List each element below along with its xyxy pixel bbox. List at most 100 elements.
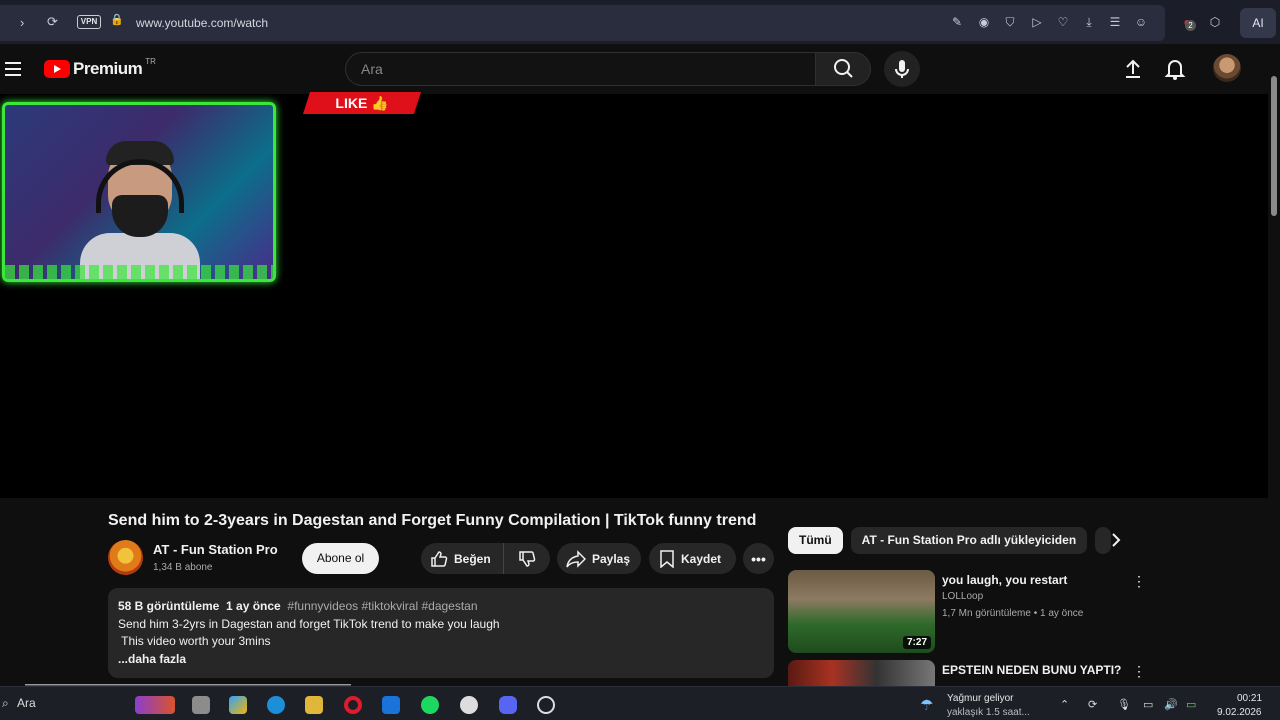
- weather-title[interactable]: Yağmur geliyor: [947, 693, 1014, 704]
- save-button[interactable]: Kaydet: [649, 543, 736, 574]
- vpn-badge[interactable]: VPN: [77, 15, 101, 29]
- related-filter-chips: Tümü AT - Fun Station Pro adlı yükleyici…: [788, 527, 1119, 554]
- battery-icon[interactable]: ▭: [1186, 698, 1196, 711]
- save-label: Kaydet: [681, 551, 722, 566]
- folder-icon[interactable]: [305, 696, 323, 714]
- hashtags[interactable]: #funnyvideos #tiktokviral #dagestan: [287, 599, 477, 613]
- youtube-logo[interactable]: Premium TR: [44, 56, 156, 79]
- url-text[interactable]: www.youtube.com/watch: [136, 16, 268, 30]
- forward-icon[interactable]: ›: [20, 16, 24, 29]
- play-icon[interactable]: ▷: [1030, 15, 1044, 29]
- more-dots-icon: •••: [751, 550, 766, 567]
- share-label: Paylaş: [592, 551, 631, 566]
- file-explorer-icon[interactable]: [192, 696, 210, 714]
- video-title: Send him to 2-3years in Dagestan and For…: [108, 512, 757, 529]
- streamer-figure: [80, 141, 200, 279]
- notifications-icon[interactable]: [1164, 57, 1186, 81]
- chevron-right-icon[interactable]: [1110, 532, 1122, 551]
- chip-truncated[interactable]: [1095, 527, 1112, 554]
- profile-icon[interactable]: ☺: [1134, 15, 1148, 29]
- more-options-icon[interactable]: ⋮: [1132, 573, 1146, 590]
- taskbar-widget-icon[interactable]: [135, 696, 175, 714]
- recommendation-channel[interactable]: LOLLoop: [942, 591, 983, 602]
- upload-age: 1 ay önce: [226, 599, 281, 613]
- app-icon[interactable]: [537, 696, 555, 714]
- lock-icon[interactable]: 🔒: [110, 15, 124, 26]
- search-icon: [834, 59, 853, 78]
- clock-time[interactable]: 00:21: [1237, 693, 1262, 704]
- opera-icon[interactable]: [344, 696, 362, 714]
- clock-date[interactable]: 9.02.2026: [1217, 707, 1262, 718]
- copilot-icon[interactable]: [229, 696, 247, 714]
- description-line-2: This video worth your 3mins: [118, 634, 271, 648]
- like-banner-text: LIKE: [335, 95, 368, 111]
- search-input[interactable]: [346, 53, 815, 85]
- webcam-overlay: [2, 102, 276, 282]
- shield-icon[interactable]: ⛉: [1003, 15, 1017, 29]
- video-thumbnail[interactable]: 7:27: [788, 570, 935, 653]
- chip-from-uploader[interactable]: AT - Fun Station Pro adlı yükleyiciden: [850, 527, 1088, 554]
- more-options-icon[interactable]: ⋮: [1132, 663, 1146, 680]
- channel-avatar[interactable]: [108, 540, 143, 575]
- chip-all[interactable]: Tümü: [788, 527, 843, 554]
- download-icon[interactable]: ⤓: [1082, 15, 1096, 29]
- extension-badge: 2: [1185, 20, 1196, 31]
- camera-icon[interactable]: ◉: [977, 15, 991, 29]
- chatgpt-icon[interactable]: [460, 696, 478, 714]
- country-code: TR: [145, 56, 156, 66]
- subscribe-button[interactable]: Abone ol: [302, 543, 379, 574]
- like-label: Beğen: [454, 551, 491, 566]
- recommendation-item[interactable]: EPSTEIN NEDEN BUNU YAPTI? ⋮: [788, 660, 1148, 686]
- address-bar-area: › ⟳ VPN 🔒 www.youtube.com/watch ✎ ◉ ⛉ ▷ …: [0, 5, 1165, 41]
- youtube-play-icon: [44, 60, 70, 78]
- windows-taskbar: ⌕ Ara ☂ Yağmur geliyor yaklaşık 1.5 saat…: [0, 686, 1280, 720]
- outlook-icon[interactable]: [382, 696, 400, 714]
- share-button[interactable]: Paylaş: [557, 543, 641, 574]
- browser-toolbar: › ⟳ VPN 🔒 www.youtube.com/watch ✎ ◉ ⛉ ▷ …: [0, 0, 1280, 44]
- channel-name[interactable]: AT - Fun Station Pro: [153, 542, 278, 557]
- dislike-icon: [519, 550, 536, 567]
- show-more-link[interactable]: ...daha fazla: [118, 651, 764, 669]
- taskbar-search-icon[interactable]: ⌕: [2, 696, 9, 711]
- reload-icon[interactable]: ⟳: [47, 15, 58, 28]
- more-actions-button[interactable]: •••: [743, 543, 774, 574]
- account-avatar[interactable]: [1213, 54, 1241, 82]
- spotify-icon[interactable]: [421, 696, 439, 714]
- recommendation-title[interactable]: you laugh, you restart: [942, 573, 1067, 587]
- dislike-button[interactable]: [504, 543, 550, 574]
- ai-button-label: AI: [1252, 16, 1264, 30]
- edge-icon[interactable]: [267, 696, 285, 714]
- sync-icon[interactable]: ⟳: [1088, 698, 1097, 711]
- volume-icon[interactable]: 🔊: [1164, 698, 1178, 711]
- microphone-icon: [895, 60, 909, 78]
- video-thumbnail[interactable]: [788, 660, 935, 686]
- like-dislike-group: Beğen: [421, 543, 550, 574]
- cube-icon[interactable]: ⬡: [1208, 15, 1222, 29]
- list-icon[interactable]: ☰: [1108, 15, 1122, 29]
- search-box[interactable]: [345, 52, 815, 86]
- thumbs-up-icon: 👍: [371, 95, 389, 111]
- ai-button[interactable]: AI: [1240, 8, 1276, 38]
- search-button[interactable]: [815, 52, 871, 86]
- logo-text: Premium: [73, 59, 143, 78]
- description-line-1: Send him 3-2yrs in Dagestan and forget T…: [118, 616, 500, 631]
- taskbar-search-label[interactable]: Ara: [17, 696, 36, 710]
- recommendation-title[interactable]: EPSTEIN NEDEN BUNU YAPTI?: [942, 663, 1121, 677]
- recommendation-item[interactable]: 7:27 you laugh, you restart LOLLoop 1,7 …: [788, 570, 1148, 653]
- upload-icon[interactable]: [1122, 58, 1144, 80]
- video-player[interactable]: LIKE 👍: [0, 92, 1268, 498]
- like-button[interactable]: Beğen: [421, 543, 504, 574]
- share-icon: [566, 549, 586, 568]
- network-icon[interactable]: ▭: [1143, 698, 1153, 711]
- discord-icon[interactable]: [499, 696, 517, 714]
- chevron-up-icon[interactable]: ⌃: [1060, 698, 1069, 711]
- voice-search-button[interactable]: [884, 51, 920, 87]
- menu-icon[interactable]: [5, 62, 21, 80]
- umbrella-icon[interactable]: ☂: [920, 696, 933, 714]
- tray-microphone-icon[interactable]: 🎙: [1117, 698, 1131, 711]
- scrollbar-thumb[interactable]: [1271, 76, 1277, 216]
- heart-icon[interactable]: ♡: [1056, 15, 1070, 29]
- edit-icon[interactable]: ✎: [950, 15, 964, 29]
- page-scrollbar[interactable]: [1268, 44, 1280, 686]
- description-box[interactable]: 58 B görüntüleme 1 ay önce #funnyvideos …: [108, 588, 774, 678]
